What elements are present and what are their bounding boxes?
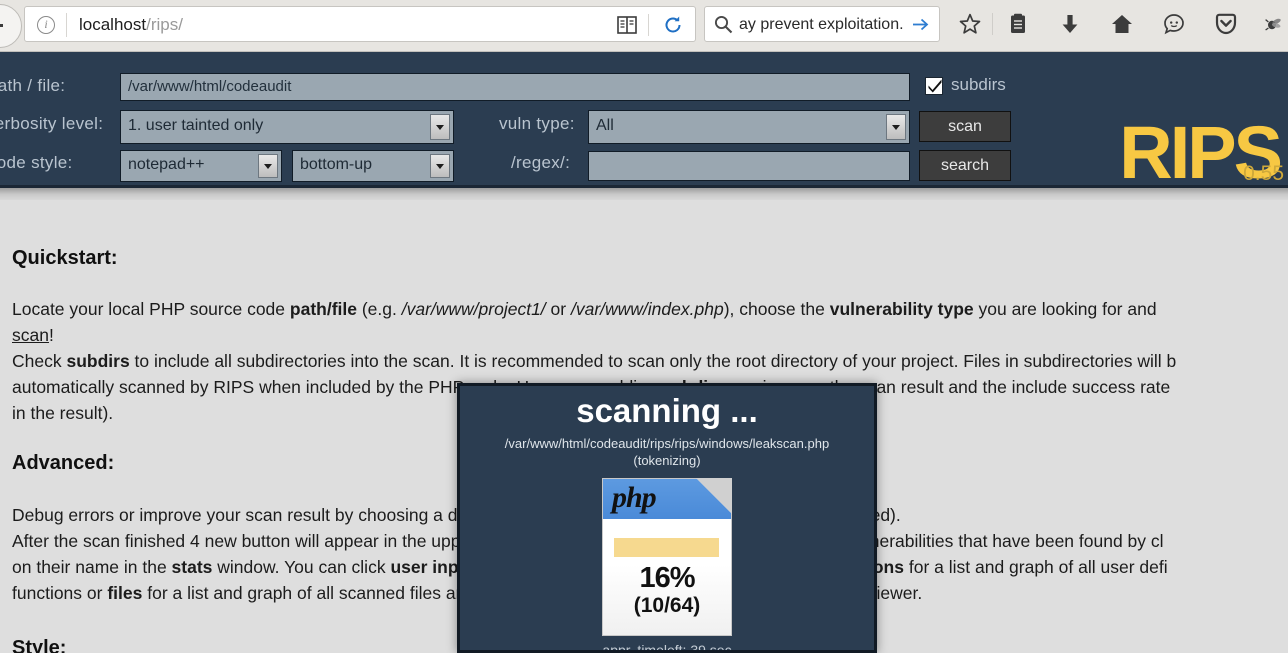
search-button[interactable]: search	[919, 150, 1011, 181]
text-run: stats	[171, 557, 213, 577]
verbosity-level-select[interactable]: 1. user tainted only	[120, 110, 454, 144]
scan-file-count: (10/64)	[633, 594, 701, 617]
rips-logo: RIPS 0.55	[1119, 116, 1284, 190]
text-run: path/file	[289, 299, 357, 319]
chevron-down-icon[interactable]	[430, 114, 450, 140]
text-run: vulnerability type	[829, 299, 974, 319]
rips-version: 0.55	[1243, 162, 1284, 185]
search-icon	[714, 15, 733, 34]
rips-header: path / file: /var/www/html/codeaudit sub…	[0, 52, 1288, 190]
url-divider-2	[648, 14, 649, 36]
search-bar[interactable]: ay prevent exploitation.	[704, 6, 940, 42]
label-path-file: path / file:	[0, 76, 66, 95]
text-line: in the result).	[12, 400, 113, 427]
text-run: Check	[12, 351, 67, 371]
subdirs-checkbox[interactable]	[925, 77, 943, 95]
scan-progress-bar	[614, 538, 719, 557]
style-heading: Style:	[12, 637, 67, 653]
chat-icon[interactable]	[1156, 6, 1192, 42]
label-vuln-type: vuln type:	[499, 114, 575, 133]
modal-title: scanning ...	[576, 392, 758, 429]
pocket-icon[interactable]	[1208, 6, 1244, 42]
text-run: to include all subdirectories into the s…	[129, 351, 1177, 371]
label-regex: /regex/:	[511, 153, 571, 172]
text-line: scan!	[12, 322, 54, 349]
chevron-down-icon[interactable]	[886, 114, 906, 140]
text-run: you are looking for and	[973, 299, 1157, 319]
regex-input[interactable]	[588, 151, 910, 181]
bookmark-star-icon[interactable]	[952, 6, 988, 42]
browser-toolbar: i localhost/rips/ ay prevent exploitatio…	[0, 0, 1288, 52]
quickstart-heading: Quickstart:	[12, 247, 118, 269]
text-run: /var/www/project1/	[401, 299, 546, 319]
text-run: or	[545, 299, 571, 319]
address-bar[interactable]: i localhost/rips/	[24, 6, 696, 42]
scan-button[interactable]: scan	[919, 111, 1011, 142]
advanced-heading: Advanced:	[12, 452, 115, 474]
subdirs-label: subdirs	[951, 75, 1006, 94]
vuln-type-select[interactable]: All	[588, 110, 910, 144]
url-host: localhost	[79, 15, 147, 34]
home-icon[interactable]	[1104, 6, 1140, 42]
vuln-type-value: All	[596, 117, 614, 134]
text-run: (e.g.	[356, 299, 402, 319]
reload-icon[interactable]	[663, 15, 683, 35]
text-run: Debug errors or improve your scan result…	[12, 505, 516, 525]
arrow-right-icon[interactable]	[912, 16, 929, 33]
text-run: /var/www/index.php	[570, 299, 724, 319]
text-run: files	[107, 583, 143, 603]
sort-order-select[interactable]: bottom-up	[292, 150, 454, 182]
toolbar-divider	[992, 13, 993, 35]
text-run: Locate your local PHP source code	[12, 299, 290, 319]
modal-time-left: appr. timeleft: 39 sec	[602, 642, 732, 653]
text-run: ), choose the	[723, 299, 830, 319]
text-line: Check subdirs to include all subdirector…	[12, 348, 1176, 375]
url-path: /rips/	[146, 15, 183, 34]
code-style-select[interactable]: notepad++	[120, 150, 282, 182]
text-run: subdirs	[66, 351, 130, 371]
reader-view-icon[interactable]	[617, 16, 637, 34]
library-icon[interactable]	[1000, 6, 1036, 42]
screen: i localhost/rips/ ay prevent exploitatio…	[0, 0, 1288, 653]
text-run: !	[48, 325, 54, 345]
modal-stage: (tokenizing)	[633, 453, 701, 468]
url-divider	[66, 13, 67, 37]
verbosity-level-value: 1. user tainted only	[128, 117, 264, 134]
scan-percent: 16%	[639, 562, 695, 594]
back-button[interactable]	[0, 4, 22, 48]
sort-order-value: bottom-up	[300, 156, 373, 173]
scanning-modal: scanning ... /var/www/html/codeaudit/rip…	[457, 383, 877, 653]
code-style-value: notepad++	[128, 156, 205, 173]
text-run: on their name in the	[12, 557, 172, 577]
text-line: Locate your local PHP source code path/f…	[12, 296, 1157, 323]
text-run: in the result).	[12, 403, 114, 423]
url-text: localhost/rips/	[79, 15, 183, 35]
downloads-icon[interactable]	[1052, 6, 1088, 42]
php-file-icon: php 16% (10/64)	[602, 478, 732, 636]
chevron-down-icon[interactable]	[258, 154, 278, 178]
back-arrow-icon	[0, 24, 3, 27]
text-run[interactable]: scan	[12, 325, 49, 345]
text-run: window. You can click	[212, 557, 391, 577]
path-file-input[interactable]: /var/www/html/codeaudit	[120, 73, 910, 101]
modal-current-file: /var/www/html/codeaudit/rips/rips/window…	[504, 436, 830, 451]
php-corner-fold-icon	[696, 478, 732, 514]
text-run: for a list and graph of all user defi	[903, 557, 1168, 577]
label-verbosity-level: verbosity level:	[0, 114, 104, 133]
extension-bug-icon[interactable]	[1256, 6, 1288, 42]
php-logo-text: php	[612, 481, 657, 514]
info-circle-icon[interactable]: i	[37, 16, 55, 34]
label-code-style: code style:	[0, 153, 73, 172]
text-run: functions or	[12, 583, 108, 603]
search-input[interactable]: ay prevent exploitation.	[739, 15, 904, 35]
chevron-down-icon[interactable]	[430, 154, 450, 178]
